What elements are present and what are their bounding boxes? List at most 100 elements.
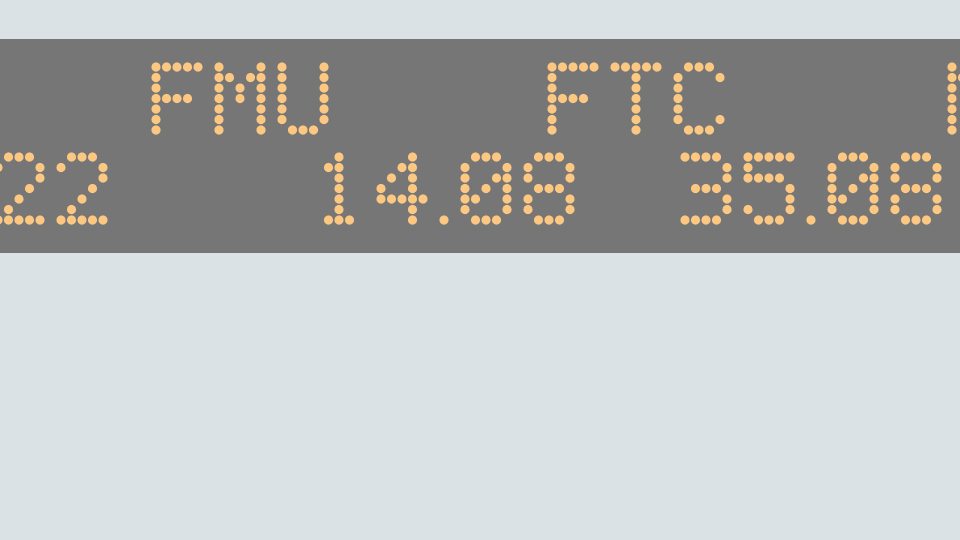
led-dot	[565, 194, 575, 204]
led-dot	[87, 183, 98, 194]
led-dot	[565, 173, 575, 183]
led-dot	[631, 83, 641, 93]
led-dot	[544, 215, 554, 225]
led-dot	[523, 173, 533, 183]
led-dot	[172, 93, 182, 104]
led-dot	[932, 173, 942, 183]
led-dot	[214, 72, 224, 83]
led-dot	[673, 114, 683, 125]
led-dot	[911, 152, 921, 162]
led-dot	[848, 215, 858, 225]
led-dot	[827, 194, 837, 204]
led-dot	[66, 215, 77, 225]
dot-glyph-M	[947, 62, 960, 135]
led-dot	[722, 194, 732, 204]
led-dot	[287, 125, 298, 135]
led-dot	[544, 183, 554, 194]
led-dot	[858, 152, 869, 162]
led-dot	[460, 162, 470, 173]
led-dot	[683, 62, 694, 72]
led-dot	[932, 194, 942, 204]
led-dot	[806, 215, 816, 225]
led-dot	[407, 215, 418, 225]
led-dot	[502, 204, 512, 215]
led-dot	[14, 194, 24, 204]
led-dot	[334, 204, 344, 215]
led-dot	[947, 83, 957, 93]
led-dot	[460, 183, 470, 194]
led-dot	[151, 62, 161, 72]
led-dot	[701, 215, 711, 225]
dot-glyph-8	[523, 152, 575, 225]
led-dot	[151, 93, 161, 104]
led-dot	[620, 62, 631, 72]
led-dot	[837, 194, 848, 204]
led-dot	[256, 72, 266, 83]
led-dot	[214, 93, 224, 104]
led-dot	[690, 215, 701, 225]
led-dot	[533, 183, 544, 194]
led-dot	[743, 152, 753, 162]
led-dot	[701, 183, 711, 194]
led-dot	[869, 162, 879, 173]
led-dot	[277, 104, 287, 114]
led-dot	[24, 183, 35, 194]
led-dot	[151, 83, 161, 93]
led-dot	[334, 152, 344, 162]
led-dot	[24, 152, 35, 162]
led-dot	[533, 152, 544, 162]
led-dot	[631, 114, 641, 125]
led-dot	[376, 194, 386, 204]
led-dot	[722, 173, 732, 183]
led-dot	[869, 194, 879, 204]
led-dot	[764, 215, 774, 225]
led-dot	[554, 183, 565, 194]
led-dot	[397, 194, 407, 204]
led-dot	[460, 194, 470, 204]
led-dot	[151, 125, 161, 135]
led-dot	[890, 194, 900, 204]
led-dot	[418, 194, 428, 204]
led-dot	[319, 104, 329, 114]
led-dot	[827, 173, 837, 183]
led-dot	[680, 152, 690, 162]
led-dot	[470, 152, 481, 162]
led-dot	[711, 183, 722, 194]
dot-glyph-3	[680, 152, 732, 225]
ticker-entry-1-price-dots	[0, 152, 108, 225]
led-dot	[98, 162, 108, 173]
led-dot	[631, 125, 641, 135]
led-dot	[631, 72, 641, 83]
led-dot	[673, 93, 683, 104]
led-dot	[900, 152, 911, 162]
led-dot	[837, 152, 848, 162]
led-dot	[256, 62, 266, 72]
led-dot	[890, 162, 900, 173]
led-dot	[319, 114, 329, 125]
led-dot	[502, 173, 512, 183]
led-dot	[722, 162, 732, 173]
led-dot	[491, 173, 502, 183]
led-dot	[753, 152, 764, 162]
led-dot	[0, 215, 3, 225]
led-dot	[376, 183, 386, 194]
led-dot	[947, 93, 957, 104]
led-dot	[407, 204, 418, 215]
led-dot	[711, 152, 722, 162]
led-dot	[753, 173, 764, 183]
ticker-entry-2-symbol-dots	[151, 62, 329, 135]
dot-glyph-2	[56, 152, 108, 225]
led-dot	[774, 173, 785, 183]
led-dot	[386, 194, 397, 204]
led-dot	[407, 152, 418, 162]
led-dot	[673, 83, 683, 93]
led-dot	[214, 83, 224, 93]
dot-glyph-5	[743, 152, 795, 225]
led-dot	[151, 104, 161, 114]
led-dot	[334, 215, 344, 225]
led-dot	[911, 215, 921, 225]
dot-glyph-4	[376, 152, 428, 225]
led-dot	[319, 93, 329, 104]
dot-glyph-8	[890, 152, 942, 225]
led-dot	[35, 162, 45, 173]
